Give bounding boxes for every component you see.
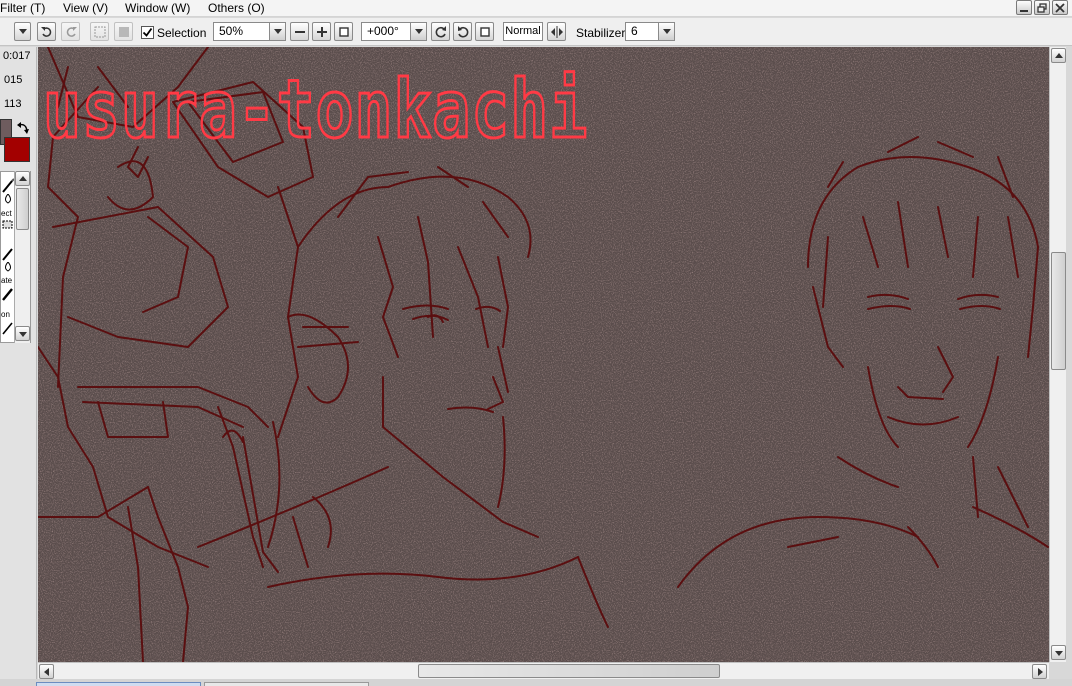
zoom-dropdown-arrow[interactable] [269,23,285,40]
invert-selection-button[interactable] [114,22,133,41]
invert-selection-icon [119,27,129,37]
rotation-reset-button[interactable] [475,22,494,41]
tool-scroll-thumb[interactable] [16,188,29,230]
coordinate-readout-3: 113 [4,98,22,110]
selection-checkbox[interactable] [141,26,154,39]
chevron-down-icon [663,29,671,34]
arrow-down-icon [1055,651,1063,656]
water-drop-icon[interactable] [1,262,15,272]
tool-scroll-down-button[interactable] [15,326,30,341]
tool-label-ate: ate [1,276,13,285]
flip-horizontal-button[interactable] [547,22,566,41]
scroll-left-button[interactable] [39,664,54,679]
rotation-value: +000° [367,24,399,38]
chevron-down-icon [19,29,27,34]
plus-icon [317,27,327,37]
flip-horizontal-icon [551,26,563,38]
stabilizer-label: Stabilizer [576,26,626,40]
menu-bar: Filter (T) View (V) Window (W) Others (O… [0,0,1072,17]
left-tool-panel: 0:017 015 113 ect ate on [0,47,37,686]
marker-icon[interactable] [1,286,15,302]
checkmark-icon [142,27,153,37]
zoom-reset-button[interactable] [334,22,353,41]
tool-label-ect: ect [1,209,12,218]
stabilizer-select[interactable]: 6 [625,22,675,41]
deselect-icon [94,26,106,38]
pen-icon[interactable] [1,246,15,262]
zoom-value: 50% [219,24,244,38]
zoom-in-button[interactable] [312,22,331,41]
paint-app-window: Filter (T) View (V) Window (W) Others (O… [0,0,1072,686]
rotate-left-button[interactable] [431,22,450,41]
rotate-right-button[interactable] [453,22,472,41]
drawing-canvas[interactable]: usura-tonkachi [38,47,1049,662]
horizontal-scroll-thumb[interactable] [418,664,720,678]
chevron-down-icon [274,29,282,34]
window-controls [1014,0,1068,16]
canvas-tab[interactable] [204,682,369,686]
menu-others[interactable]: Others (O) [208,1,265,15]
selection-label: Selection [157,26,207,40]
toolbar-menu-dropdown[interactable] [14,22,31,41]
coordinate-readout-2: 015 [4,74,23,86]
rotate-left-icon [435,26,446,38]
signature-text: usura-tonkachi [42,62,589,158]
tool-scroll-up-button[interactable] [15,171,30,186]
minimize-icon [1020,10,1028,12]
menu-window[interactable]: Window (W) [125,1,190,15]
zoom-out-button[interactable] [290,22,309,41]
canvas-tab-active[interactable] [36,682,201,686]
reset-square-icon [339,27,349,37]
reset-square-icon [480,27,490,37]
rotation-select[interactable]: +000° [361,22,427,41]
rotation-dropdown-arrow[interactable] [410,23,426,40]
stabilizer-value: 6 [631,24,638,38]
close-icon [1055,3,1065,13]
rotate-right-icon [458,26,469,38]
minimize-button[interactable] [1016,0,1032,15]
scroll-down-button[interactable] [1051,645,1066,660]
undo-icon [41,27,52,37]
stabilizer-dropdown-arrow[interactable] [658,23,674,40]
zoom-select[interactable]: 50% [213,22,286,41]
background-color-swatch[interactable] [4,137,30,162]
arrow-right-icon [1038,668,1043,676]
swap-colors-icon[interactable] [16,121,30,135]
close-button[interactable] [1052,0,1068,15]
coordinate-readout-1: 0:017 [3,50,31,62]
menu-view[interactable]: View (V) [63,1,108,15]
arrow-down-icon [19,332,27,337]
tool-list-scrollbar[interactable] [14,171,30,343]
scroll-right-button[interactable] [1032,664,1047,679]
svg-text:usura-tonkachi: usura-tonkachi [43,63,588,156]
tool-label-on: on [1,310,10,319]
scroll-up-button[interactable] [1051,48,1066,63]
restore-icon [1037,3,1047,13]
brush-icon[interactable] [1,178,15,194]
vertical-scroll-thumb[interactable] [1051,252,1066,370]
undo-button[interactable] [37,22,56,41]
chevron-down-icon [415,29,423,34]
deselect-button[interactable] [90,22,109,41]
view-mode-normal-button[interactable]: Normal [503,22,543,41]
pencil-icon[interactable] [1,320,15,336]
arrow-up-icon [1055,53,1063,58]
redo-button[interactable] [61,22,80,41]
select-eraser-icon[interactable] [1,220,15,230]
restore-button[interactable] [1034,0,1050,15]
arrow-left-icon [44,668,49,676]
arrow-up-icon [19,176,27,181]
water-drop-icon[interactable] [1,194,15,204]
menu-filter[interactable]: Filter (T) [0,1,45,15]
minus-icon [295,31,305,33]
canvas-vertical-scrollbar[interactable] [1049,47,1066,662]
redo-icon [66,27,77,37]
toolbar: Selection 50% +000° Normal Stabilizer 6 [0,18,1072,46]
canvas-horizontal-scrollbar[interactable] [38,662,1049,679]
